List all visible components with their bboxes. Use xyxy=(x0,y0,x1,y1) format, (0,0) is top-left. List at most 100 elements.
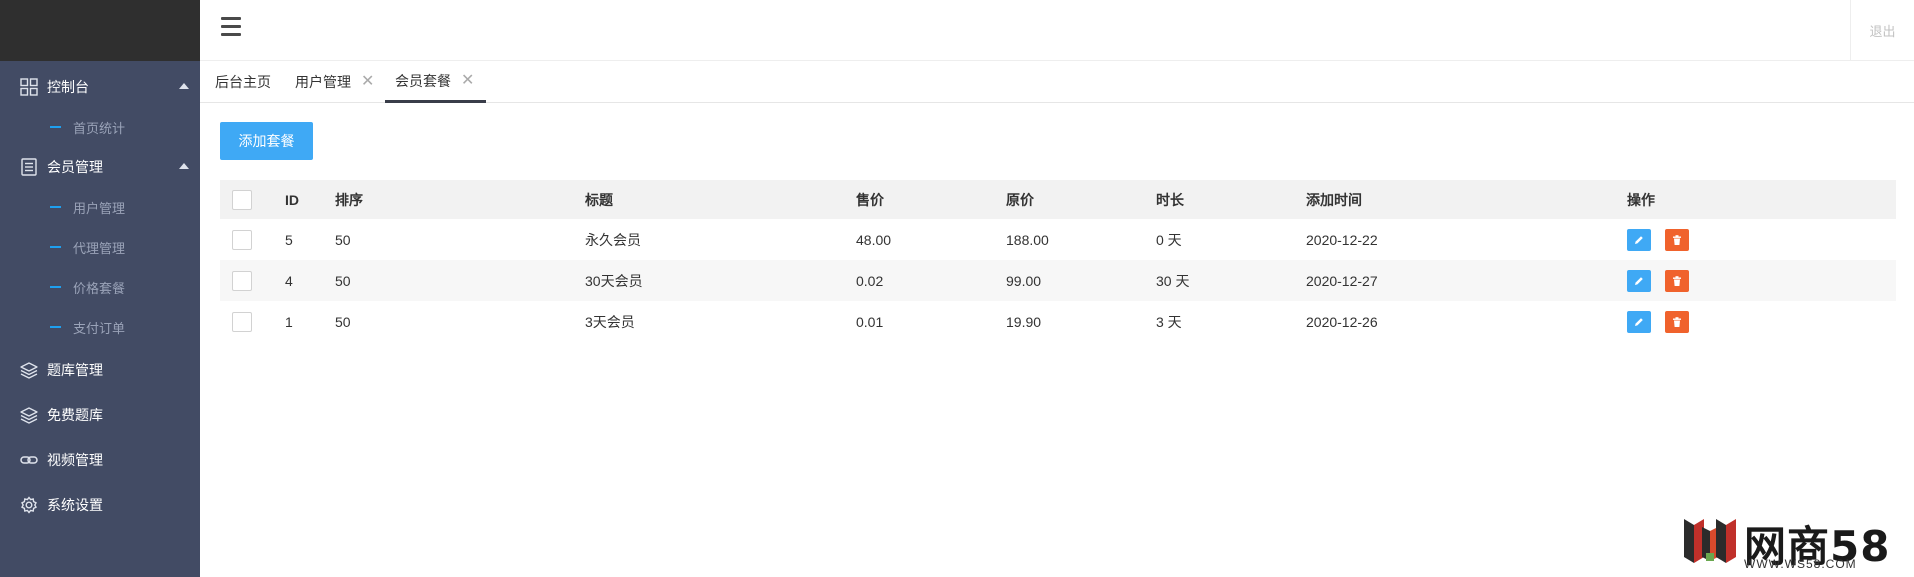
logout-button[interactable]: 退出 xyxy=(1850,0,1914,61)
edit-button[interactable] xyxy=(1627,310,1651,333)
row-checkbox[interactable] xyxy=(232,270,252,291)
pencil-icon xyxy=(1635,317,1643,326)
dash-icon xyxy=(50,206,61,208)
top-bar: 退出 xyxy=(200,0,1914,61)
layers-icon xyxy=(20,361,38,379)
menu-group-members[interactable]: 会员管理 xyxy=(0,147,200,187)
sidebar-item-label: 题库管理 xyxy=(47,361,103,378)
list-icon xyxy=(20,158,38,176)
column-header-price: 售价 xyxy=(856,191,884,208)
column-header-duration: 时长 xyxy=(1156,191,1184,208)
trash-icon xyxy=(1673,234,1681,245)
pencil-icon xyxy=(1635,235,1643,244)
packages-table: ID 排序 标题 售价 原价 时长 添加时间 操作 5 50 永久会员 48.0… xyxy=(220,180,1896,342)
menu-group-console[interactable]: 控制台 xyxy=(0,67,200,107)
caret-up-icon xyxy=(179,163,189,169)
tab-user-management[interactable]: 用户管理 ✕ xyxy=(295,61,374,103)
select-all-checkbox[interactable] xyxy=(232,189,252,210)
sidebar-item-settings[interactable]: 系统设置 xyxy=(0,482,200,527)
sidebar-item-question-bank[interactable]: 题库管理 xyxy=(0,347,200,392)
cell-price: 48.00 xyxy=(856,231,892,248)
dash-icon xyxy=(50,326,61,328)
table-header-row: ID 排序 标题 售价 原价 时长 添加时间 操作 xyxy=(220,180,1896,219)
cell-added-time: 2020-12-26 xyxy=(1306,313,1378,330)
dash-icon xyxy=(50,126,61,128)
sidebar-item-price-packages[interactable]: 价格套餐 xyxy=(0,267,200,307)
table-row: 1 50 3天会员 0.01 19.90 3 天 2020-12-26 xyxy=(220,301,1896,342)
close-icon[interactable]: ✕ xyxy=(361,74,374,90)
cell-duration: 3 天 xyxy=(1156,313,1182,330)
tab-label: 会员套餐 xyxy=(395,72,451,89)
edit-button[interactable] xyxy=(1627,228,1651,251)
cell-title: 30天会员 xyxy=(585,272,643,289)
menu-group-label: 控制台 xyxy=(47,79,89,95)
watermark: 网商58 WWW.WS58.COM xyxy=(1680,511,1900,571)
tab-label: 用户管理 xyxy=(295,74,351,90)
cell-title: 3天会员 xyxy=(585,313,635,330)
cell-sort: 50 xyxy=(335,231,351,248)
logo-area xyxy=(0,0,200,61)
row-checkbox[interactable] xyxy=(232,229,252,250)
trash-icon xyxy=(1673,316,1681,327)
cell-sort: 50 xyxy=(335,272,351,289)
table-row: 5 50 永久会员 48.00 188.00 0 天 2020-12-22 xyxy=(220,219,1896,260)
grid-icon xyxy=(20,78,38,96)
caret-up-icon xyxy=(179,83,189,89)
link-icon xyxy=(20,451,38,469)
delete-button[interactable] xyxy=(1665,310,1689,333)
menu-group-label: 会员管理 xyxy=(47,159,103,175)
cell-id: 1 xyxy=(285,313,293,330)
close-icon[interactable]: ✕ xyxy=(461,72,474,89)
cell-added-time: 2020-12-22 xyxy=(1306,231,1378,248)
add-package-button[interactable]: 添加套餐 xyxy=(220,122,313,160)
tab-bar: 后台主页 用户管理 ✕ 会员套餐 ✕ xyxy=(200,61,1914,103)
sidebar-menu: 控制台 首页统计 会员管理 用户管理 代理管理 价格套餐 支付订单 题库管理 免… xyxy=(0,61,200,527)
tab-dashboard-home[interactable]: 后台主页 xyxy=(215,61,271,103)
column-header-sort: 排序 xyxy=(335,191,363,208)
dash-icon xyxy=(50,246,61,248)
cell-id: 4 xyxy=(285,272,293,289)
cell-price: 0.01 xyxy=(856,313,884,330)
gear-icon xyxy=(20,495,38,514)
column-header-added-time: 添加时间 xyxy=(1306,191,1362,208)
ws58-logo-icon xyxy=(1684,519,1736,563)
sidebar-item-label: 视频管理 xyxy=(47,451,103,468)
sidebar-item-label: 价格套餐 xyxy=(73,280,126,296)
edit-button[interactable] xyxy=(1627,269,1651,292)
cell-id: 5 xyxy=(285,231,293,248)
cell-original-price: 188.00 xyxy=(1006,231,1049,248)
sidebar-item-label: 系统设置 xyxy=(47,496,103,513)
sidebar-item-label: 免费题库 xyxy=(47,406,103,423)
dash-icon xyxy=(50,286,61,288)
sidebar-item-label: 支付订单 xyxy=(73,320,126,336)
tab-label: 后台主页 xyxy=(215,74,271,90)
cell-sort: 50 xyxy=(335,313,351,330)
cell-duration: 0 天 xyxy=(1156,231,1182,248)
sidebar-item-home-stats[interactable]: 首页统计 xyxy=(0,107,200,147)
sidebar-item-label: 用户管理 xyxy=(73,200,126,216)
sidebar-item-agents[interactable]: 代理管理 xyxy=(0,227,200,267)
cell-original-price: 99.00 xyxy=(1006,272,1042,289)
watermark-url: WWW.WS58.COM xyxy=(1744,557,1857,571)
tab-member-packages[interactable]: 会员套餐 ✕ xyxy=(385,61,486,103)
sidebar-item-free-bank[interactable]: 免费题库 xyxy=(0,392,200,437)
cell-duration: 30 天 xyxy=(1156,272,1190,289)
layers-icon xyxy=(20,406,38,424)
column-header-title: 标题 xyxy=(585,191,613,208)
sidebar-item-payment-orders[interactable]: 支付订单 xyxy=(0,307,200,347)
cell-price: 0.02 xyxy=(856,272,884,289)
row-checkbox[interactable] xyxy=(232,311,252,332)
sidebar: 控制台 首页统计 会员管理 用户管理 代理管理 价格套餐 支付订单 题库管理 免… xyxy=(0,0,200,577)
column-header-actions: 操作 xyxy=(1627,191,1655,208)
column-header-id: ID xyxy=(285,191,299,208)
delete-button[interactable] xyxy=(1665,228,1689,251)
table-row: 4 50 30天会员 0.02 99.00 30 天 2020-12-27 xyxy=(220,260,1896,301)
column-header-original-price: 原价 xyxy=(1006,191,1034,208)
cell-title: 永久会员 xyxy=(585,231,641,248)
cell-original-price: 19.90 xyxy=(1006,313,1042,330)
sidebar-item-video[interactable]: 视频管理 xyxy=(0,437,200,482)
sidebar-item-label: 代理管理 xyxy=(73,240,126,256)
delete-button[interactable] xyxy=(1665,269,1689,292)
menu-toggle-icon[interactable] xyxy=(221,17,241,39)
sidebar-item-users[interactable]: 用户管理 xyxy=(0,187,200,227)
